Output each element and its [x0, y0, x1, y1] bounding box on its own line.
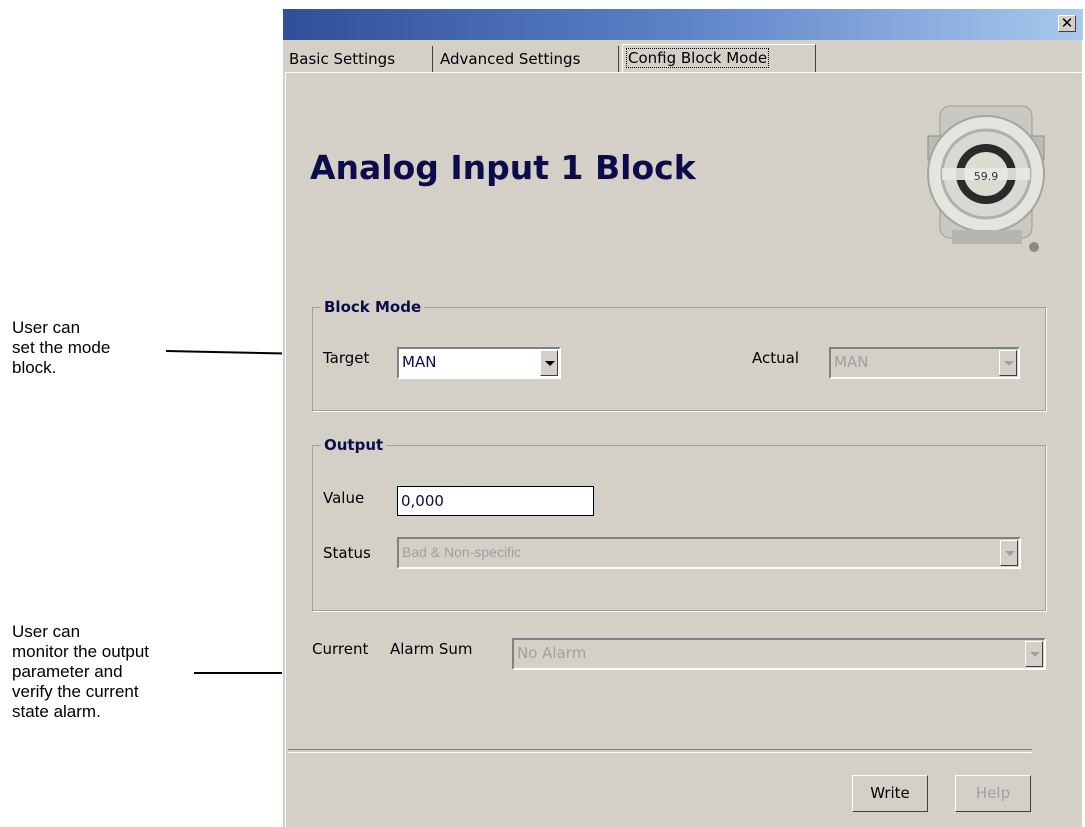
transmitter-device-image: 59.9	[927, 105, 1045, 252]
annotation-line: set the mode	[12, 338, 111, 357]
annotation-line: verify the current	[12, 682, 139, 701]
close-icon: ✕	[1060, 14, 1074, 32]
footer-separator	[288, 749, 1032, 753]
page-title: Analog Input 1 Block	[310, 148, 696, 187]
alarm-sum-value: No Alarm	[517, 644, 587, 662]
tab-config-block-mode[interactable]: Config Block Mode	[622, 44, 816, 72]
chevron-down-icon[interactable]	[540, 350, 558, 376]
annotation-line: block.	[12, 358, 57, 377]
annotation-monitor-note: User can monitor the output parameter an…	[12, 622, 149, 722]
close-button[interactable]: ✕	[1058, 15, 1076, 32]
tab-advanced-settings[interactable]: Advanced Settings	[436, 46, 619, 72]
status-label: Status	[323, 544, 371, 562]
annotation-line: monitor the output	[12, 642, 150, 661]
device-display-readout: 59.9	[974, 170, 999, 183]
actual-select-value: MAN	[834, 353, 869, 371]
block-mode-title: Block Mode	[324, 298, 422, 316]
chevron-down-icon	[1000, 540, 1018, 566]
title-bar: ✕	[283, 9, 1083, 40]
alarm-sum-label: Alarm Sum	[390, 640, 473, 658]
tab-panel-border	[285, 72, 1082, 73]
status-select: Bad & Non-specific	[397, 537, 1021, 569]
alarm-sum-select: No Alarm	[512, 638, 1046, 670]
target-label: Target	[323, 349, 370, 367]
output-title: Output	[324, 436, 384, 454]
help-button[interactable]: Help	[955, 775, 1031, 812]
current-label: Current	[312, 640, 369, 658]
annotation-mode-note: User can set the mode block.	[12, 318, 110, 378]
target-select[interactable]: MAN	[397, 347, 561, 379]
annotation-line: User can	[12, 318, 81, 337]
actual-label: Actual	[752, 349, 799, 367]
status-select-value: Bad & Non-specific	[402, 544, 522, 560]
tab-panel-border	[285, 72, 286, 827]
write-button[interactable]: Write	[852, 775, 928, 812]
actual-select: MAN	[829, 347, 1020, 379]
annotation-line: state alarm.	[12, 702, 101, 721]
output-value-field[interactable]: 0,000	[397, 486, 594, 516]
value-label: Value	[323, 489, 365, 507]
annotation-line: parameter and	[12, 662, 123, 681]
chevron-down-icon	[999, 350, 1017, 376]
tab-basic-settings[interactable]: Basic Settings	[285, 46, 433, 72]
chevron-down-icon	[1025, 641, 1043, 667]
target-select-value: MAN	[402, 353, 437, 371]
output-group: Output	[312, 436, 1046, 611]
annotation-line: User can	[12, 622, 81, 641]
